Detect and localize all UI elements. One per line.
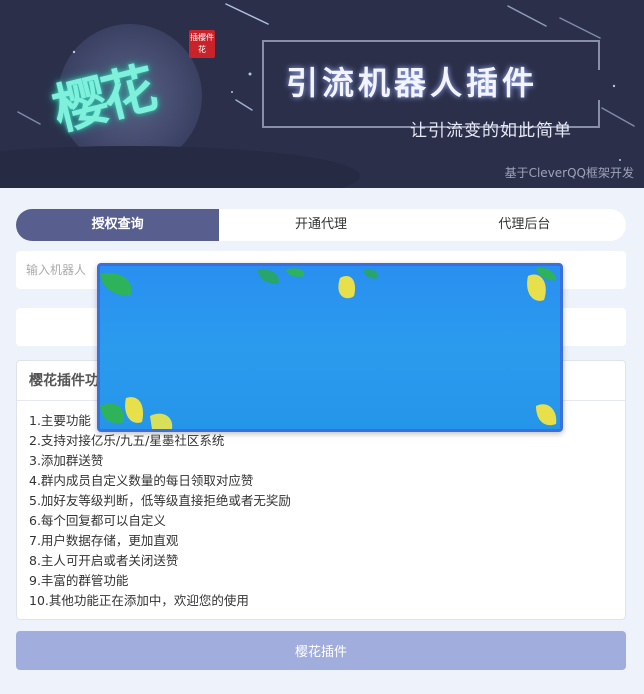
list-item: 6.每个回复都可以自定义: [29, 513, 166, 528]
page-title: 引流机器人插件: [286, 64, 539, 102]
list-item: 2.支持对接亿乐/九五/星墨社区系统: [29, 433, 225, 448]
feature-list: 1.主要功能 2.支持对接亿乐/九五/星墨社区系统 3.添加群送赞 4.群内成员…: [17, 401, 625, 611]
tab-auth-query[interactable]: 授权查询: [16, 209, 220, 241]
tab-agent-backend[interactable]: 代理后台: [423, 209, 626, 241]
list-item: 5.加好友等级判断，低等级直接拒绝或者无奖励: [29, 493, 291, 508]
list-item: 8.主人可开启或者关闭送赞: [29, 553, 179, 568]
page-subtitle: 让引流变的如此简单: [410, 121, 572, 141]
popup-decoration: [100, 267, 557, 429]
header-banner: 樱花 插樱件花 引流机器人插件 让引流变的如此简单 基于CleverQQ框架开发: [0, 0, 644, 188]
submit-button[interactable]: 樱花插件: [16, 631, 626, 670]
tab-bar: 授权查询 开通代理 代理后台: [16, 209, 626, 241]
list-item: 4.群内成员自定义数量的每日领取对应赞: [29, 473, 254, 488]
leaf-icon: [100, 267, 557, 429]
popup-dialog[interactable]: [97, 263, 563, 432]
seal-stamp: 插樱件花: [189, 30, 215, 58]
list-item: 7.用户数据存储，更加直观: [29, 533, 179, 548]
framework-note: 基于CleverQQ框架开发: [504, 166, 634, 180]
list-item: 10.其他功能正在添加中，欢迎您的使用: [29, 593, 249, 608]
tab-open-agent[interactable]: 开通代理: [219, 209, 422, 241]
list-item: 9.丰富的群管功能: [29, 573, 129, 588]
list-item: 3.添加群送赞: [29, 453, 104, 468]
